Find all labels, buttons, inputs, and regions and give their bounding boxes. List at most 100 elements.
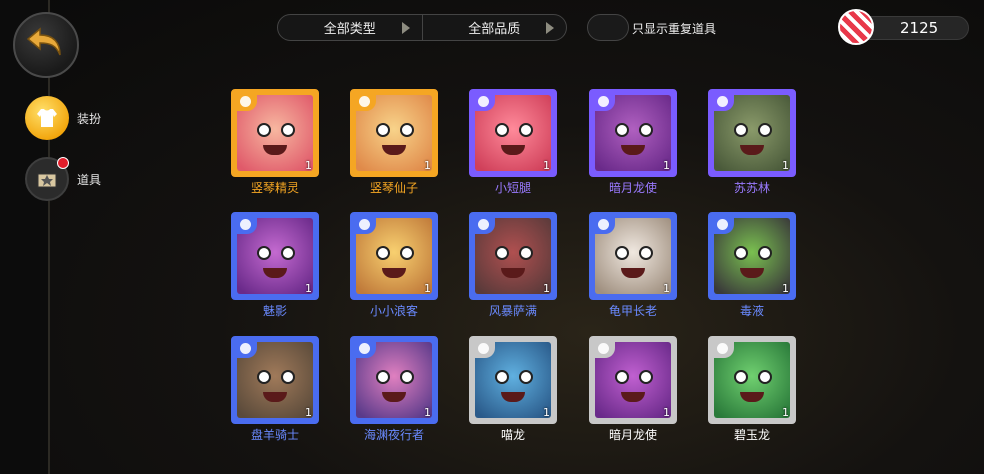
outfit-type-icon bbox=[234, 339, 257, 358]
outfit-type-icon bbox=[234, 215, 257, 234]
portrait-feature bbox=[382, 268, 406, 278]
outfit-type-icon bbox=[472, 92, 495, 111]
portrait-feature bbox=[495, 370, 509, 384]
item-name: 喵龙 bbox=[500, 428, 525, 442]
portrait-feature bbox=[382, 392, 406, 402]
portrait-feature bbox=[734, 370, 748, 384]
sidebar-item-outfit[interactable]: 装扮 bbox=[25, 96, 101, 140]
item-count: 1 bbox=[663, 282, 670, 295]
portrait-feature bbox=[758, 370, 772, 384]
item-frame: 1 bbox=[708, 212, 796, 300]
item-count: 1 bbox=[305, 282, 312, 295]
portrait-feature bbox=[376, 370, 390, 384]
portrait-feature bbox=[639, 246, 653, 260]
item-count: 1 bbox=[782, 282, 789, 295]
portrait-feature bbox=[281, 246, 295, 260]
item-count: 1 bbox=[305, 406, 312, 419]
item-frame: 1 bbox=[469, 212, 557, 300]
type-filter-button[interactable]: 全部类型 bbox=[278, 15, 422, 40]
item-count: 1 bbox=[543, 406, 550, 419]
outfit-type-icon bbox=[472, 215, 495, 234]
portrait-feature bbox=[621, 145, 645, 155]
filter-bar: 全部类型 全部品质 bbox=[277, 14, 567, 41]
item-frame: 1 bbox=[231, 89, 319, 177]
outfit-type-icon bbox=[711, 92, 734, 111]
portrait-feature bbox=[400, 246, 414, 260]
item-name: 竖琴精灵 bbox=[250, 181, 299, 195]
item-frame: 1 bbox=[350, 212, 438, 300]
item-frame: 1 bbox=[350, 336, 438, 424]
item-frame: 1 bbox=[589, 89, 677, 177]
portrait-feature bbox=[621, 268, 645, 278]
item-frame: 1 bbox=[589, 212, 677, 300]
portrait-feature bbox=[615, 246, 629, 260]
back-button[interactable] bbox=[13, 12, 79, 78]
portrait-feature bbox=[281, 123, 295, 137]
portrait-feature bbox=[621, 392, 645, 402]
portrait-feature bbox=[263, 392, 287, 402]
portrait-feature bbox=[501, 392, 525, 402]
item-name: 竖琴仙子 bbox=[369, 181, 418, 195]
portrait-feature bbox=[615, 123, 629, 137]
item-count: 1 bbox=[424, 406, 431, 419]
item-name: 魅影 bbox=[262, 304, 287, 318]
portrait-feature bbox=[400, 370, 414, 384]
portrait-feature bbox=[740, 268, 764, 278]
sidebar-item-items[interactable]: 道具 bbox=[25, 157, 101, 201]
portrait-feature bbox=[281, 370, 295, 384]
outfit-type-icon bbox=[592, 339, 615, 358]
item-name: 苏苏林 bbox=[733, 181, 770, 195]
back-arrow-icon bbox=[26, 25, 66, 65]
quality-filter-button[interactable]: 全部品质 bbox=[421, 15, 567, 40]
item-frame: 1 bbox=[350, 89, 438, 177]
item-count: 1 bbox=[663, 159, 670, 172]
outfit-type-icon bbox=[592, 92, 615, 111]
portrait-feature bbox=[257, 370, 271, 384]
outfit-type-icon bbox=[592, 215, 615, 234]
candy-icon bbox=[838, 9, 874, 45]
portrait-feature bbox=[758, 246, 772, 260]
item-name: 暗月龙使 bbox=[608, 181, 657, 195]
currency-value: 2125 bbox=[900, 19, 939, 37]
portrait-feature bbox=[740, 392, 764, 402]
sidebar-item-label: 道具 bbox=[77, 172, 102, 187]
item-name: 盘羊骑士 bbox=[250, 428, 299, 442]
portrait-feature bbox=[734, 123, 748, 137]
portrait-feature bbox=[615, 370, 629, 384]
duplicate-toggle-label: 只显示重复道具 bbox=[632, 22, 717, 36]
portrait-feature bbox=[263, 268, 287, 278]
item-frame: 1 bbox=[589, 336, 677, 424]
item-count: 1 bbox=[424, 282, 431, 295]
portrait-feature bbox=[501, 145, 525, 155]
outfit-icon bbox=[25, 96, 69, 140]
item-name: 风暴萨满 bbox=[488, 304, 537, 318]
item-frame: 1 bbox=[231, 336, 319, 424]
portrait-feature bbox=[376, 123, 390, 137]
portrait-feature bbox=[400, 123, 414, 137]
item-frame: 1 bbox=[469, 336, 557, 424]
portrait-feature bbox=[501, 268, 525, 278]
duplicate-toggle[interactable] bbox=[587, 14, 629, 41]
item-name: 小短腿 bbox=[494, 181, 531, 195]
item-name: 小小浪客 bbox=[369, 304, 418, 318]
play-arrow-icon bbox=[546, 22, 554, 34]
item-name: 龟甲长老 bbox=[608, 304, 657, 318]
outfit-type-icon bbox=[234, 92, 257, 111]
outfit-type-icon bbox=[353, 92, 376, 111]
item-frame: 1 bbox=[231, 212, 319, 300]
item-count: 1 bbox=[305, 159, 312, 172]
outfit-type-icon bbox=[711, 215, 734, 234]
item-count: 1 bbox=[782, 159, 789, 172]
item-box-icon bbox=[25, 157, 69, 201]
item-name: 海渊夜行者 bbox=[363, 428, 424, 442]
portrait-feature bbox=[382, 145, 406, 155]
play-arrow-icon bbox=[401, 22, 410, 34]
outfit-type-icon bbox=[353, 215, 376, 234]
portrait-feature bbox=[639, 123, 653, 137]
portrait-feature bbox=[519, 370, 533, 384]
item-count: 1 bbox=[543, 282, 550, 295]
portrait-feature bbox=[495, 246, 509, 260]
portrait-feature bbox=[376, 246, 390, 260]
type-filter-label: 全部类型 bbox=[323, 22, 376, 37]
item-name: 毒液 bbox=[739, 304, 764, 318]
